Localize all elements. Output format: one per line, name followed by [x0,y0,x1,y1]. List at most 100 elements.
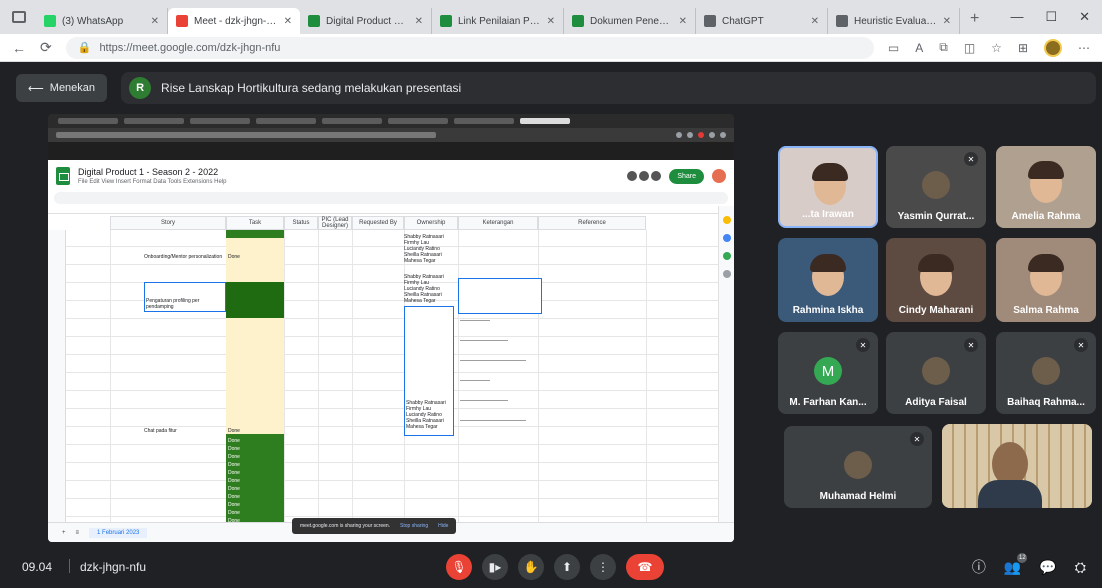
browser-tab[interactable]: (3) WhatsApp ✕ [36,8,168,34]
spreadsheet[interactable]: Digital Product 1 - Season 2 - 2022 File… [48,160,734,542]
maximize-icon[interactable]: ☐ [1045,9,1057,25]
tab-favicon-icon [704,15,716,27]
mic-muted-icon: ✕ [964,152,978,166]
keterangan-text-line [460,360,526,361]
more-options-button[interactable]: ⋮ [590,554,616,580]
tab-close-icon[interactable]: ✕ [151,16,159,27]
tab-close-icon[interactable]: ✕ [943,16,951,27]
tab-favicon-icon [44,15,56,27]
toast-hide-button[interactable]: Hide [438,523,448,529]
side-panel-rail [718,206,734,542]
browser-tab[interactable]: Heuristic Evaluation ✕ [828,8,960,34]
participant-tile[interactable]: ✕ Yasmin Qurrat... [886,146,986,228]
participant-tile[interactable]: ✕ Baihaq Rahma... [996,332,1096,414]
split-icon[interactable]: ◫ [964,41,975,55]
url-field[interactable]: 🔒 https://meet.google.com/dzk-jhgn-nfu [65,36,874,59]
leave-call-button[interactable]: ☎ [626,554,664,580]
sheet-tab[interactable]: 1 Februari 2023 [89,527,148,538]
shared-screen[interactable]: Digital Product 1 - Season 2 - 2022 File… [48,114,734,542]
status-cell-text: Done [228,454,240,460]
browser-tab[interactable]: Link Penilaian Pelaporan ✕ [432,8,564,34]
presenting-text: Rise Lanskap Hortikultura sedang melakuk… [161,81,462,95]
browser-tab[interactable]: Digital Product 1 - S ✕ [300,8,432,34]
new-tab-button[interactable]: + [962,10,987,28]
favorites-icon[interactable]: ☆ [991,41,1002,55]
grid-row-line [66,462,718,463]
tab-title: Meet - dzk-jhgn-nfu [194,15,278,27]
participant-hair [1028,161,1064,179]
participant-tile[interactable]: ✕ Aditya Faisal [886,332,986,414]
reload-icon[interactable]: ⟳ [40,39,52,56]
chat-button[interactable]: 💬 [1039,559,1056,576]
camera-button[interactable]: ▮▸ [482,554,508,580]
participant-tile[interactable]: Rahmina Iskha [778,238,878,322]
close-window-icon[interactable]: ✕ [1079,9,1090,25]
formula-bar[interactable] [48,204,734,214]
keterangan-text-line [460,380,490,381]
back-icon[interactable]: ← [12,40,26,56]
column-header: Status [284,216,318,230]
keterangan-text-line [460,400,508,401]
toast-stop-button[interactable]: Stop sharing [400,523,428,529]
column-header: Task [226,216,284,230]
participant-name: Amelia Rahma [1011,211,1081,222]
tab-close-icon[interactable]: ✕ [547,16,555,27]
column-header: Story [110,216,226,230]
people-button[interactable]: 👥 12 [1004,552,1028,576]
share-button[interactable]: Share [669,168,704,184]
window-menu-icon[interactable] [12,11,26,23]
participant-tile[interactable]: ...ta Irawan [778,146,878,228]
tab-close-icon[interactable]: ✕ [284,16,292,27]
participant-name: Cindy Maharani [898,305,974,316]
url-text: https://meet.google.com/dzk-jhgn-nfu [99,41,281,54]
read-aloud-icon[interactable]: A [915,41,923,55]
browser-tab[interactable]: Dokumen Penentuan ✕ [564,8,696,34]
participant-tile[interactable]: Amelia Rahma [996,146,1096,228]
participant-tile[interactable]: ✕ Muhamad Helmi [784,426,932,508]
collaborators [627,171,662,181]
profile-avatar[interactable] [1044,38,1062,57]
activities-button[interactable]: ⛭ [1075,559,1086,576]
people-count-badge: 12 [1017,552,1028,563]
more-icon[interactable]: ⋯ [1078,41,1090,55]
tab-close-icon[interactable]: ✕ [679,16,687,27]
meeting-details-button[interactable]: ⓘ [972,557,986,577]
tab-close-icon[interactable]: ✕ [811,16,819,27]
grid-col-line [646,230,647,522]
status-cell-text: Done [228,446,240,452]
sheet-list-icon[interactable]: ≡ [76,530,80,536]
tab-close-icon[interactable]: ✕ [415,16,423,27]
grid-row-line [66,336,718,337]
sheet-toolbar[interactable] [54,192,728,204]
mic-off-button[interactable]: 🎙 [446,554,472,580]
present-button[interactable]: ⬆ [554,554,580,580]
hangup-icon: ☎ [637,560,653,574]
toast-text: meet.google.com is sharing your screen. [300,523,391,529]
extensions-icon[interactable]: ⧉ [939,40,948,55]
add-sheet-icon[interactable]: + [62,530,66,536]
screen-icon[interactable]: ▭ [888,41,899,55]
grid-row-line [66,246,718,247]
self-video-body [978,480,1042,508]
sheet-menu[interactable]: File Edit View Insert Format Data Tools … [78,179,227,185]
keterangan-cell[interactable] [458,278,542,314]
participant-tile[interactable]: Cindy Maharani [886,238,986,322]
grid-col-line [352,230,353,522]
grid-col-line [458,230,459,522]
minimize-icon[interactable]: — [1010,9,1023,25]
raise-hand-button[interactable]: ✋ [518,554,544,580]
column-header: Keterangan [458,216,538,230]
stop-presenting-button[interactable]: ⟵ Menekan [16,74,108,102]
tab-favicon-icon [572,15,584,27]
presenting-banner: R Rise Lanskap Hortikultura sedang melak… [121,72,1096,104]
browser-tab[interactable]: Meet - dzk-jhgn-nfu ✕ [168,8,300,34]
participant-tile[interactable] [942,424,1092,508]
participant-tile[interactable]: M ✕ M. Farhan Kan... [778,332,878,414]
participant-photo [922,171,950,200]
participant-tile[interactable]: Salma Rahma [996,238,1096,322]
browser-tab[interactable]: ChatGPT ✕ [696,8,828,34]
collections-icon[interactable]: ⊞ [1018,41,1028,55]
present-icon: ⬆ [561,560,573,574]
sheet-user-avatar[interactable] [712,169,726,183]
sheet-grid[interactable]: Story Task Status PIC (Lead Designer) Reques… [48,216,718,524]
